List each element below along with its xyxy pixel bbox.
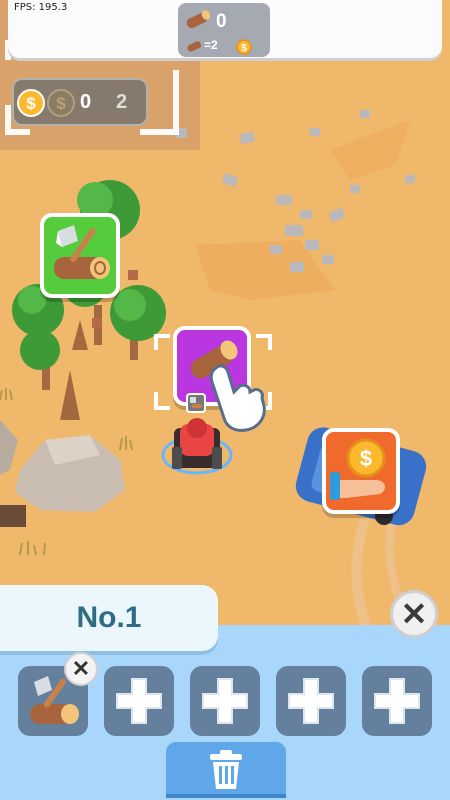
coin-target: 2 [116,91,128,113]
worker-slot-5[interactable] [362,666,432,736]
fps-counter: FPS: 195.3 [14,2,68,13]
plus-icon [116,678,162,724]
close-icon: ✕ [71,656,91,681]
delete-button[interactable] [166,742,286,798]
svg-text:$: $ [241,43,247,54]
axe-log-icon [54,225,110,279]
log-icon [186,10,211,28]
sell-station[interactable]: $ [322,428,400,514]
coin-slot-icon: $ [47,89,75,117]
remove-worker-button[interactable]: ✕ [64,652,98,686]
coin-icon: $ [17,89,45,117]
coin-value: 0 [80,91,92,113]
wood-counter: 0 =2 $ [178,3,270,57]
wood-count: 0 [216,11,227,32]
trash-icon [210,750,242,789]
close-icon: ✕ [400,596,428,632]
plus-icon [202,678,248,724]
coin-hand-icon: $ [330,438,386,500]
worker-slot-3[interactable] [190,666,260,736]
coin-counter: $ $ 0 2 [12,78,148,126]
wood-rate: =2 [204,38,218,52]
worker-slot-4[interactable] [276,666,346,736]
rank-tab: No.1 [0,585,218,651]
small-log-icon [187,41,202,52]
close-button[interactable]: ✕ [390,590,438,638]
rank-label: No.1 [76,601,142,634]
lumberjack-station[interactable] [40,213,120,298]
svg-text:$: $ [26,94,36,113]
plus-icon [288,678,334,724]
plus-icon [374,678,420,724]
svg-text:$: $ [360,446,372,471]
coin-icon: $ [236,39,252,55]
axe-badge-icon [186,393,206,413]
tap-hand-icon [209,364,266,432]
svg-text:$: $ [56,94,66,113]
worker-slot-2[interactable] [104,666,174,736]
